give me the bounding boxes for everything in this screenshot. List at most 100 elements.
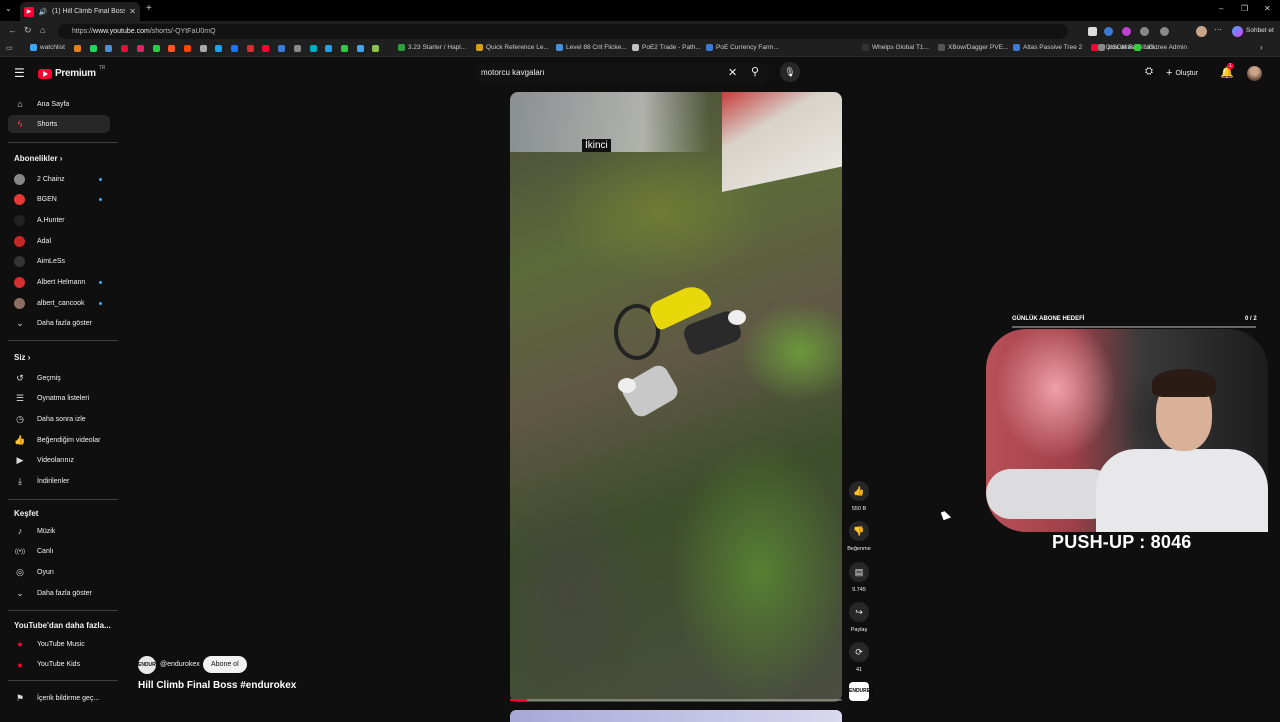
remix-button[interactable]: ⟳ 41 — [849, 642, 869, 673]
search-icon[interactable]: ⚲ — [751, 65, 759, 78]
voice-search-icon[interactable]: 🎙 — [780, 62, 800, 82]
chat-label[interactable]: Sohbet et — [1246, 27, 1274, 34]
channel-name[interactable]: @endurokex — [160, 661, 200, 668]
bookmark-favicon-icon[interactable] — [293, 45, 301, 52]
subscription-item[interactable]: 2 Chainz — [8, 170, 110, 188]
bookmark-item[interactable]: Level 88 Crit Flicke... — [556, 44, 627, 51]
profile-avatar[interactable] — [1196, 26, 1207, 37]
next-short-preview[interactable] — [510, 710, 842, 722]
minimize-icon[interactable]: – — [1219, 4, 1223, 13]
bookmarks-overflow-icon[interactable]: › — [1260, 43, 1263, 52]
new-tab-icon[interactable]: + — [146, 3, 152, 14]
explore-show-more[interactable]: ⌄ Daha fazla göster — [8, 584, 110, 602]
tab-close-icon[interactable]: ✕ — [129, 7, 136, 16]
sidebar-item-you[interactable]: ▶ Videolarınız — [8, 452, 110, 470]
sidebar-item-report[interactable]: ⚑ İçerik bildirme geç... — [8, 689, 110, 707]
sidebar-item-explore[interactable]: ◎ Oyun — [8, 563, 110, 581]
sidebar-item-more[interactable]: ● YouTube Music — [8, 635, 110, 653]
bookmark-item[interactable]: XBow/Dagger PVE... — [938, 44, 1008, 51]
bookmark-favicon-icon[interactable] — [89, 45, 97, 52]
url-field[interactable]: https://www.youtube.com/shorts/-QYtFaU0m… — [58, 24, 1068, 39]
subscription-item[interactable]: Adal — [8, 232, 110, 250]
subscriptions-show-more[interactable]: ⌄ Daha fazla göster — [8, 314, 110, 332]
search-input[interactable]: motorcu kavgaları — [474, 63, 770, 83]
bookmark-favicon-icon[interactable] — [215, 45, 223, 52]
video-progress-bar[interactable] — [510, 699, 842, 701]
clear-search-icon[interactable]: ✕ — [728, 66, 737, 79]
bookmark-favicon-icon[interactable] — [183, 45, 191, 52]
sidebar-item-you[interactable]: ⤓ İndirilenler — [8, 473, 110, 491]
create-button[interactable]: + Oluştur — [1166, 67, 1198, 79]
subscribe-button[interactable]: Abone ol — [203, 656, 247, 673]
bookmark-item[interactable]: Whelps Global T1... — [862, 44, 929, 51]
bookmark-item[interactable]: Linktree Admin — [1134, 44, 1187, 51]
bookmark-favicon-icon[interactable] — [152, 45, 160, 52]
bookmark-item[interactable]: Atlas Passive Tree 2 — [1013, 44, 1082, 51]
comments-button[interactable]: ▤ 9.745 — [849, 562, 869, 593]
subscription-item[interactable]: Albert Helmann — [8, 274, 110, 292]
subscription-item[interactable]: AimLeSs — [8, 253, 110, 271]
channel-thumbnail[interactable]: ENDUREX — [849, 682, 873, 701]
bookmark-item[interactable]: poe atlas — [1098, 44, 1134, 51]
bookmark-favicon-icon[interactable] — [325, 45, 333, 52]
like-button[interactable]: 👍 550 B — [849, 481, 869, 512]
you-header[interactable]: Siz › — [14, 353, 30, 362]
subscription-item[interactable]: albert_cancook — [8, 294, 110, 312]
bookmark-favicon-icon[interactable] — [231, 45, 238, 52]
more-menu-icon[interactable]: ⋯ — [1214, 25, 1222, 34]
sidebar-item-explore[interactable]: ((•)) Canlı — [8, 543, 110, 561]
subscription-item[interactable]: A.Hunter — [8, 211, 110, 229]
bookmark-item[interactable]: 3.23 Starter / Hapl... — [398, 44, 466, 51]
bookmark-favicon-icon[interactable] — [340, 45, 348, 52]
share-button[interactable]: ↪ Paylaş — [849, 602, 869, 633]
sidebar-item-you[interactable]: ↺ Geçmiş — [8, 369, 110, 387]
extension-icon[interactable] — [1088, 27, 1097, 36]
bookmark-favicon-icon[interactable] — [262, 45, 270, 52]
sidebar-item-you[interactable]: ◷ Daha sonra izle — [8, 410, 110, 428]
subscriptions-header[interactable]: Abonelikler › — [14, 154, 62, 163]
bookmark-item[interactable]: PoE Currency Farm... — [706, 44, 779, 51]
window-close-icon[interactable]: ✕ — [1264, 4, 1271, 13]
extension-icon[interactable] — [1140, 27, 1149, 36]
bookmark-favicon-icon[interactable] — [246, 45, 254, 52]
cast-icon[interactable]: ⛭ — [1145, 66, 1153, 77]
shorts-video-player[interactable] — [510, 92, 842, 702]
account-avatar[interactable] — [1247, 66, 1262, 81]
bookmark-favicon-icon[interactable] — [372, 45, 380, 52]
dislike-button[interactable]: 👎 Beğenme — [847, 521, 871, 552]
bookmark-favicon-icon[interactable] — [121, 45, 129, 52]
sidebar-item-more[interactable]: ● YouTube Kids — [8, 656, 110, 674]
sidebar-item-you[interactable]: ☰ Oynatma listeleri — [8, 390, 110, 408]
bookmark-favicon-icon[interactable] — [309, 45, 317, 52]
bookmark-favicon-icon[interactable] — [199, 45, 207, 52]
bookmark-item[interactable]: watchlist — [30, 44, 65, 51]
copilot-icon[interactable] — [1232, 26, 1243, 37]
channel-avatar[interactable]: ENDUREX — [138, 656, 162, 674]
bookmark-favicon-icon[interactable] — [74, 45, 81, 52]
bookmark-favicon-icon[interactable] — [105, 45, 113, 52]
extension-icon[interactable] — [1122, 27, 1131, 36]
tab-list-icon[interactable]: ⌄ — [5, 4, 12, 13]
bookmark-favicon-icon[interactable] — [278, 45, 286, 52]
notifications-button[interactable]: 🔔 1 — [1220, 63, 1234, 79]
extension-icon[interactable] — [1160, 27, 1169, 36]
home-icon[interactable]: ⌂ — [40, 25, 45, 35]
reload-icon[interactable]: ↻ — [24, 25, 32, 36]
sidebar-item-you[interactable]: 👍 Beğendiğim videolar — [8, 431, 110, 449]
sidebar-item-home[interactable]: ⌂ Ana Sayfa — [8, 95, 110, 113]
extension-icon[interactable] — [1104, 27, 1113, 36]
youtube-premium-logo[interactable]: Premium TR — [38, 65, 105, 79]
bookmark-favicon-icon[interactable] — [356, 45, 364, 52]
sidebar-item-explore[interactable]: ♪ Müzik — [8, 522, 110, 540]
sidebar-item-shorts[interactable]: ϟ Shorts — [8, 115, 110, 133]
subscription-item[interactable]: BGEN — [8, 191, 110, 209]
browser-tab[interactable]: ▶ 🔊 (1) Hill Climb Final Boss #endu ✕ — [20, 2, 140, 21]
bookmark-item[interactable]: PoE2 Trade - Path... — [632, 44, 701, 51]
back-icon[interactable]: ← — [8, 25, 17, 35]
apps-icon[interactable]: ▭ — [6, 44, 13, 52]
bookmark-item[interactable]: Quick Reference Le... — [476, 44, 549, 51]
maximize-icon[interactable]: ❐ — [1241, 4, 1248, 13]
bookmark-favicon-icon[interactable] — [168, 45, 176, 52]
bookmark-favicon-icon[interactable] — [136, 45, 144, 52]
hamburger-menu-icon[interactable]: ☰ — [14, 66, 25, 80]
